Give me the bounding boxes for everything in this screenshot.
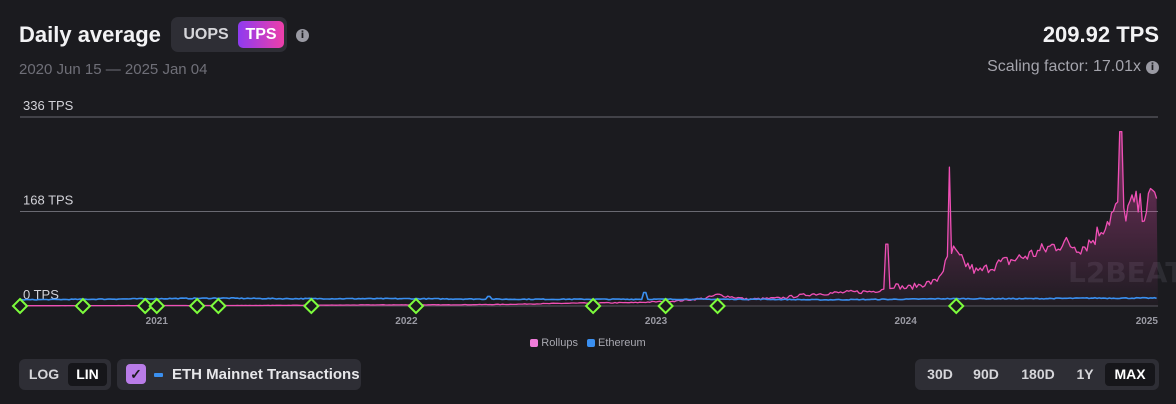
event-marker [188, 297, 206, 315]
tps-chart: 336 TPS168 TPS0 TPS L2BEAT 2021202220232… [11, 98, 1176, 327]
scaling-info-icon[interactable]: i [1146, 61, 1159, 74]
legend-rollups: Rollups [530, 337, 578, 349]
ethereum-line-icon [154, 373, 163, 377]
log-scale-button[interactable]: LOG [23, 363, 65, 386]
rollups-area [20, 131, 1158, 306]
event-marker [407, 297, 425, 315]
x-tick-label: 2025 [1136, 316, 1159, 327]
event-marker [74, 297, 92, 315]
event-marker [584, 297, 602, 315]
range-90d-button[interactable]: 90D [965, 363, 1007, 386]
range-30d-button[interactable]: 30D [919, 363, 961, 386]
event-marker [148, 297, 166, 315]
x-tick-label: 2022 [395, 316, 418, 327]
range-1y-button[interactable]: 1Y [1069, 363, 1101, 386]
lin-scale-button[interactable]: LIN [68, 363, 107, 386]
range-180d-button[interactable]: 180D [1011, 363, 1065, 386]
y-tick-label: 168 TPS [23, 193, 74, 208]
legend-ethereum-label: Ethereum [598, 337, 646, 349]
x-tick-label: 2023 [645, 316, 668, 327]
x-tick-label: 2024 [895, 316, 918, 327]
time-range-selector: 30D 90D 180D 1Y MAX [915, 359, 1159, 390]
eth-mainnet-toggle[interactable]: ✓ ETH Mainnet Transactions [117, 359, 361, 390]
eth-mainnet-label: ETH Mainnet Transactions [172, 366, 360, 383]
legend-rollups-label: Rollups [541, 337, 578, 349]
range-max-button[interactable]: MAX [1105, 363, 1155, 386]
date-range: 2020 Jun 15 — 2025 Jan 04 [19, 61, 208, 78]
tps-toggle-option[interactable]: TPS [238, 21, 284, 48]
event-marker [209, 297, 227, 315]
metric-toggle: UOPS TPS [171, 17, 287, 52]
uops-toggle-option[interactable]: UOPS [175, 21, 237, 48]
y-tick-label: 336 TPS [23, 98, 74, 113]
checkbox-checked-icon[interactable]: ✓ [126, 364, 146, 384]
x-tick-label: 2021 [146, 316, 169, 327]
legend-ethereum: Ethereum [587, 337, 646, 349]
current-value: 209.92 TPS [1042, 22, 1159, 47]
chart-title: Daily average [19, 22, 161, 47]
chart-legend: Rollups Ethereum [0, 337, 1176, 349]
scale-toggle: LOG LIN [19, 359, 111, 390]
event-marker [302, 297, 320, 315]
scaling-factor: Scaling factor: 17.01x [987, 58, 1141, 75]
info-icon[interactable]: i [296, 29, 309, 42]
